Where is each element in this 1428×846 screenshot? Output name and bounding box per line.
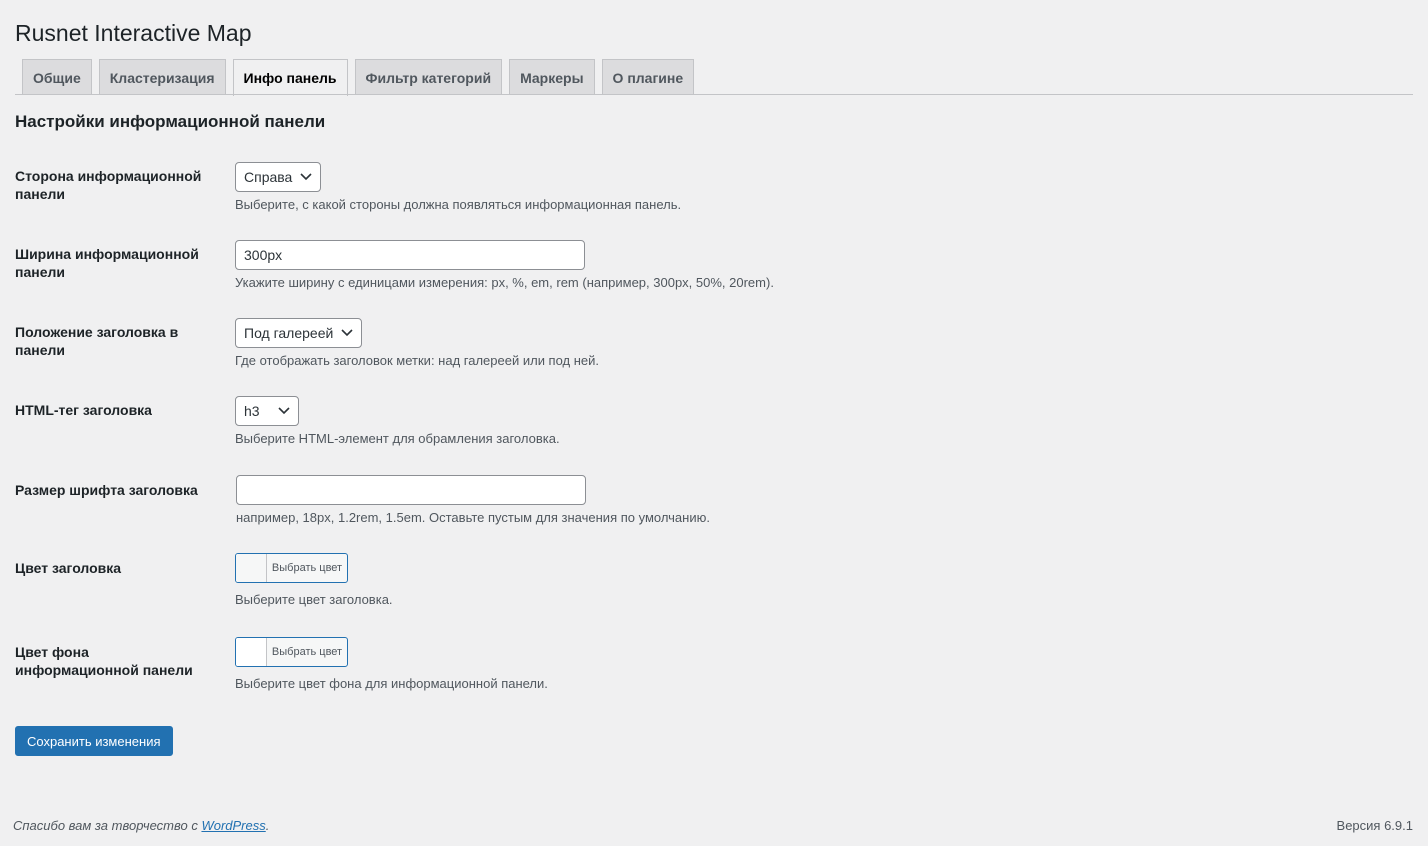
title-position-field: Под галереей Где отображать заголовок ме… [235, 318, 599, 370]
title-color-label: Цвет заголовка [15, 560, 122, 576]
panel-width-field: Укажите ширину с единицами измерения: px… [235, 240, 774, 292]
panel-side-value: Справа [244, 169, 293, 185]
title-position-label: Положение заголовка в панели [15, 324, 179, 359]
chevron-down-icon [341, 329, 353, 337]
title-tag-description: Выберите HTML-элемент для обрамления заг… [235, 431, 560, 446]
panel-side-label: Сторона информационной панели [15, 168, 202, 203]
tab-general[interactable]: Общие [22, 59, 92, 95]
title-color-picker-button[interactable]: Выбрать цвет [235, 553, 348, 583]
settings-tabs: Общие Кластеризация Инфо панель Фильтр к… [22, 59, 695, 96]
tab-category-filter[interactable]: Фильтр категорий [354, 59, 503, 95]
tab-markers[interactable]: Маркеры [509, 59, 595, 95]
title-tag-label: HTML-тег заголовка [15, 402, 152, 418]
footer-thanks: Спасибо вам за творчество с WordPress. [13, 818, 269, 833]
panel-bg-color-picker-button[interactable]: Выбрать цвет [235, 637, 348, 667]
panel-bg-color-description: Выберите цвет фона для информационной па… [235, 676, 548, 691]
page-title: Rusnet Interactive Map [15, 20, 252, 46]
title-color-swatch [236, 554, 267, 582]
title-color-field: Выбрать цвет Выберите цвет заголовка. [235, 553, 393, 609]
footer-thanks-suffix: . [265, 818, 270, 833]
panel-bg-color-label: Цвет фона информационной панели [15, 644, 193, 679]
panel-width-input[interactable] [235, 240, 585, 270]
panel-width-description: Укажите ширину с единицами измерения: px… [235, 275, 774, 290]
panel-bg-color-swatch [236, 638, 267, 666]
panel-bg-color-button-label: Выбрать цвет [271, 646, 343, 658]
panel-side-description: Выберите, с какой стороны должна появлят… [235, 197, 682, 212]
panel-bg-color-field: Выбрать цвет Выберите цвет фона для инфо… [235, 637, 548, 693]
panel-side-select[interactable]: Справа [235, 162, 322, 192]
save-button[interactable]: Сохранить изменения [15, 726, 173, 756]
tab-about[interactable]: О плагине [601, 59, 695, 95]
title-tag-value: h3 [244, 403, 260, 419]
chevron-down-icon [300, 173, 312, 181]
title-color-description: Выберите цвет заголовка. [235, 592, 393, 607]
section-title: Настройки информационной панели [15, 112, 326, 131]
tabs-divider [15, 94, 1413, 95]
wordpress-link[interactable]: WordPress [201, 818, 265, 833]
title-color-button-label: Выбрать цвет [271, 562, 343, 574]
title-tag-field: h3 Выберите HTML-элемент для обрамления … [235, 396, 560, 448]
title-font-size-field: например, 18px, 1.2rem, 1.5em. Оставьте … [236, 475, 710, 527]
footer-version: Версия 6.9.1 [1336, 818, 1413, 833]
title-tag-select[interactable]: h3 [235, 396, 299, 426]
title-font-size-input[interactable] [236, 475, 586, 505]
title-font-size-label: Размер шрифта заголовка [15, 482, 198, 498]
footer-thanks-prefix: Спасибо вам за творчество с [13, 818, 202, 833]
title-position-value: Под галереей [244, 325, 334, 341]
title-font-size-description: например, 18px, 1.2rem, 1.5em. Оставьте … [236, 510, 710, 525]
title-position-description: Где отображать заголовок метки: над гале… [235, 353, 600, 368]
tab-clustering[interactable]: Кластеризация [98, 59, 226, 95]
chevron-down-icon [278, 407, 290, 415]
panel-width-label: Ширина информационной панели [15, 246, 199, 281]
title-position-select[interactable]: Под галереей [235, 318, 363, 348]
tab-info-panel[interactable]: Инфо панель [232, 59, 348, 96]
panel-side-field: Справа Выберите, с какой стороны должна … [235, 162, 681, 214]
